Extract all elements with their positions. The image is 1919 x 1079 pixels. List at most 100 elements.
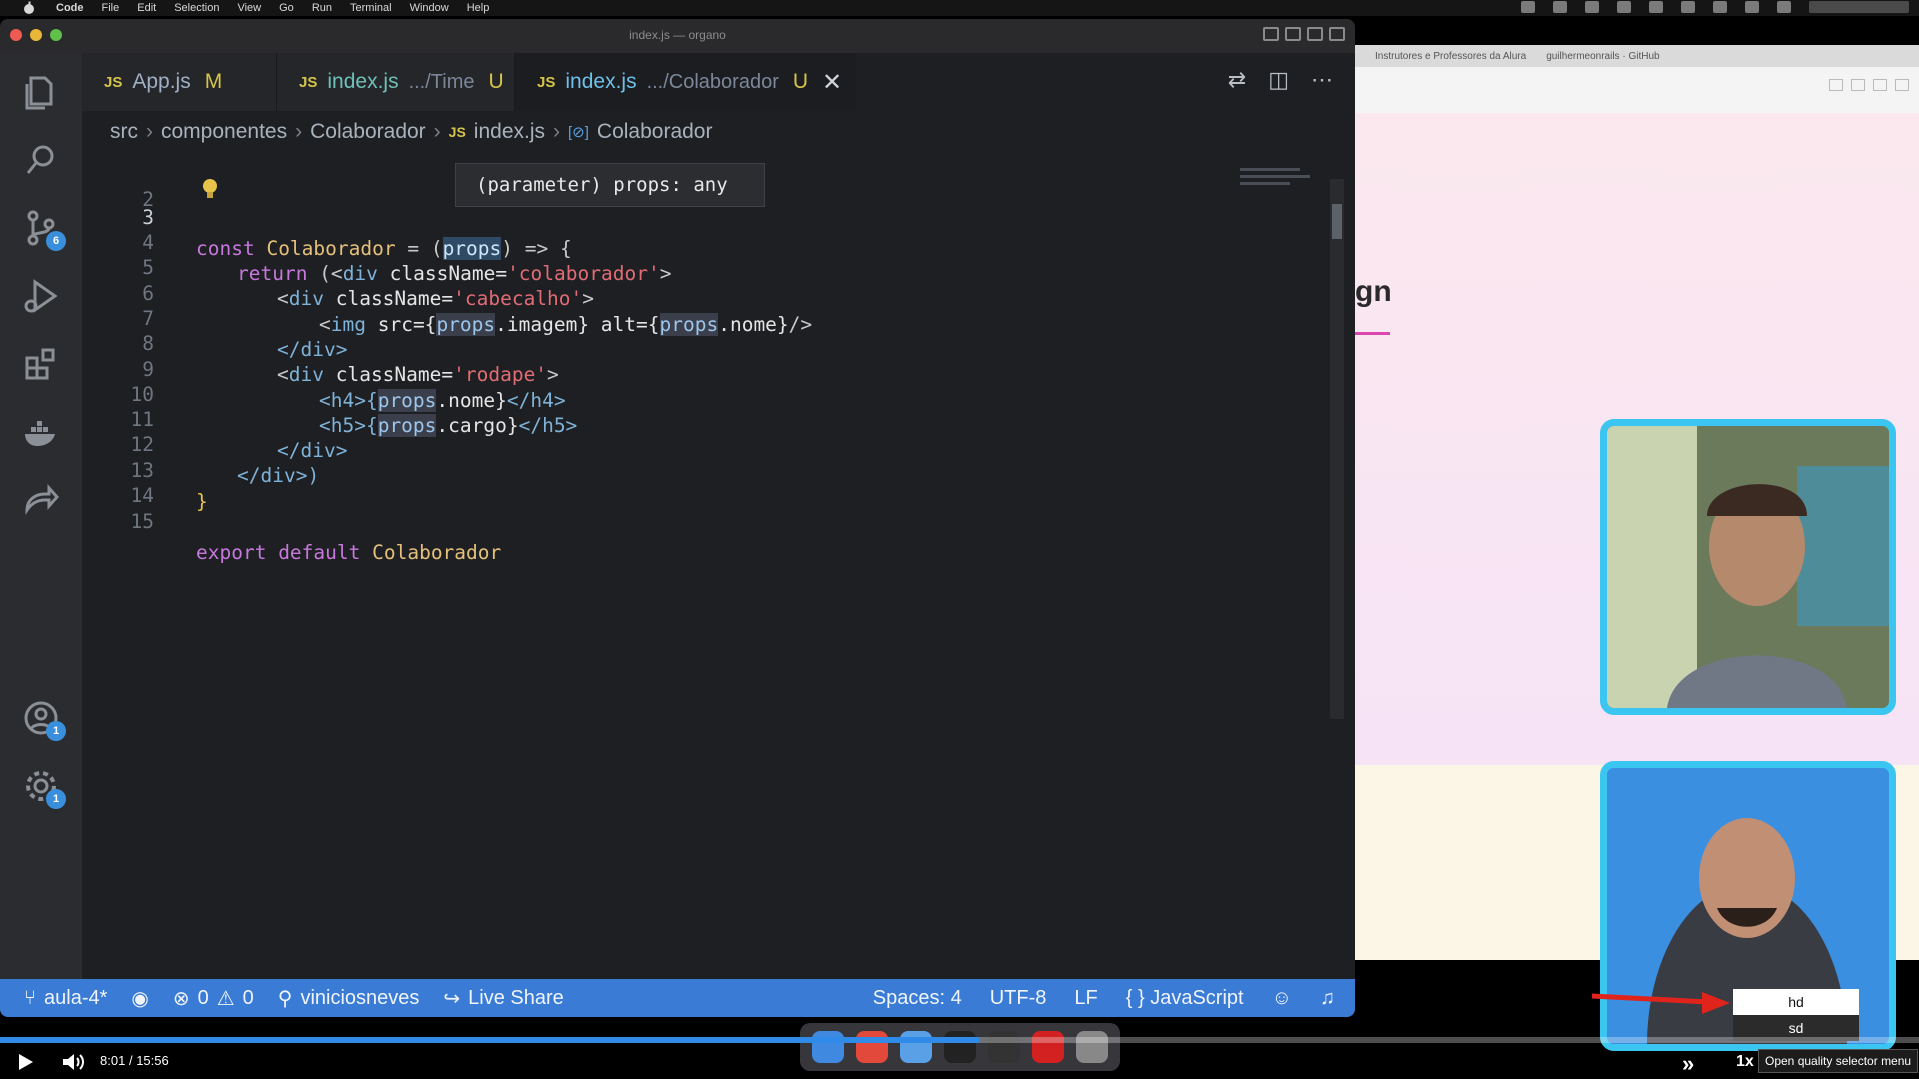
keyword: default — [266, 541, 361, 564]
quality-selector-menu: hd sd — [1733, 989, 1859, 1041]
play-icon[interactable] — [16, 1053, 34, 1071]
playback-speed[interactable]: 1x — [1736, 1053, 1754, 1071]
search-icon[interactable] — [20, 139, 62, 181]
breadcrumb-item[interactable]: Colaborador — [310, 120, 426, 144]
status-icon[interactable] — [1585, 1, 1599, 13]
customize-layout-icon[interactable] — [1329, 27, 1345, 41]
status-icon[interactable] — [1553, 1, 1567, 13]
toolbar-icon[interactable] — [1895, 79, 1909, 91]
video-controls: 8:01 / 15:56 » 1x — [0, 1043, 1919, 1079]
vscode-window: index.js — organo 6 1 1 JS App.js M JS i… — [0, 19, 1355, 1017]
fast-forward-icon[interactable]: » — [1682, 1051, 1694, 1077]
problems-indicator[interactable]: ⊗ 0 ⚠ 0 — [173, 986, 254, 1011]
chevron-right-icon: › — [295, 120, 303, 143]
tab-app-js[interactable]: JS App.js M — [82, 53, 277, 111]
editor-tabs: JS App.js M JS index.js .../Time U JS in… — [82, 53, 1355, 111]
open-changes-icon[interactable]: ⇄ — [1228, 67, 1246, 93]
breadcrumb-symbol[interactable]: Colaborador — [597, 120, 713, 144]
bell-icon[interactable]: ♫ — [1320, 987, 1335, 1010]
menu-window[interactable]: Window — [410, 2, 449, 14]
toggle-panel-icon[interactable] — [1285, 27, 1301, 41]
control-center-icon[interactable] — [1777, 1, 1791, 13]
tab-index-colaborador[interactable]: JS index.js .../Colaborador U ✕ — [515, 53, 855, 111]
warning-count: 0 — [242, 986, 254, 1009]
status-icon[interactable] — [1617, 1, 1631, 13]
browser-tab[interactable]: Instrutores e Professores da Alura — [1375, 51, 1526, 62]
js-file-icon: JS — [537, 73, 556, 91]
menu-edit[interactable]: Edit — [137, 2, 156, 14]
current-time: 8:01 — [100, 1053, 126, 1068]
eol-indicator[interactable]: LF — [1074, 987, 1097, 1010]
toggle-secondary-sidebar-icon[interactable] — [1307, 27, 1323, 41]
menu-help[interactable]: Help — [467, 2, 490, 14]
breadcrumb-item[interactable]: componentes — [161, 120, 287, 144]
scrollbar-thumb[interactable] — [1332, 204, 1342, 239]
run-debug-icon[interactable] — [20, 275, 62, 317]
tab-path: .../Time — [408, 70, 475, 93]
eye-icon: ◉ — [131, 987, 149, 1010]
menu-selection[interactable]: Selection — [174, 2, 219, 14]
accounts-icon[interactable]: 1 — [20, 697, 66, 741]
account-indicator[interactable]: ⚲ viniciosneves — [278, 986, 420, 1011]
volume-icon[interactable] — [62, 1053, 84, 1071]
annotation-arrow-icon — [1591, 992, 1730, 1014]
chevron-right-icon: › — [433, 120, 441, 143]
quality-option-hd[interactable]: hd — [1733, 989, 1859, 1015]
mac-menu-bar: Code File Edit Selection View Go Run Ter… — [0, 0, 1919, 16]
error-count: 0 — [197, 986, 209, 1009]
menu-go[interactable]: Go — [279, 2, 294, 14]
braces-icon: { } — [1125, 986, 1145, 1009]
untracked-flag: U — [488, 70, 504, 93]
breadcrumb-file[interactable]: index.js — [474, 120, 545, 144]
layout-controls — [1263, 27, 1345, 41]
language-label: JavaScript — [1150, 986, 1244, 1009]
lightbulb-icon[interactable] — [201, 177, 219, 201]
encoding-indicator[interactable]: UTF-8 — [990, 987, 1047, 1010]
toggle-sidebar-icon[interactable] — [1263, 27, 1279, 41]
close-tab-icon[interactable]: ✕ — [822, 68, 842, 97]
language-indicator[interactable]: { } JavaScript — [1126, 987, 1244, 1010]
apple-logo-icon[interactable] — [22, 1, 36, 15]
battery-icon[interactable] — [1681, 1, 1695, 13]
editor-scrollbar[interactable] — [1330, 179, 1344, 719]
docker-icon[interactable] — [20, 411, 62, 453]
menu-code[interactable]: Code — [56, 2, 84, 14]
live-share-button[interactable]: ↪ Live Share — [443, 986, 563, 1011]
user-icon: ⚲ — [277, 987, 293, 1010]
extensions-icon[interactable] — [20, 343, 62, 385]
tab-index-time[interactable]: JS index.js .../Time U — [277, 53, 515, 111]
live-share-icon[interactable] — [20, 479, 62, 521]
menu-run[interactable]: Run — [312, 2, 332, 14]
indentation-indicator[interactable]: Spaces: 4 — [873, 987, 962, 1010]
settings-gear-icon[interactable]: 1 — [20, 765, 66, 809]
menu-terminal[interactable]: Terminal — [350, 2, 392, 14]
wifi-icon[interactable] — [1713, 1, 1727, 13]
preview-indicator[interactable]: ◉ — [131, 986, 148, 1011]
live-share-icon: ↪ — [443, 987, 461, 1010]
toolbar-icon[interactable] — [1873, 79, 1887, 91]
untracked-flag: U — [792, 70, 809, 93]
explorer-icon[interactable] — [20, 71, 62, 113]
code-editor[interactable]: 2 3 const Colaborador = (props) => { 4 r… — [82, 153, 1332, 999]
menu-file[interactable]: File — [102, 2, 120, 14]
tab-path: .../Colaborador — [646, 70, 779, 93]
mac-status-icons — [1521, 1, 1909, 13]
search-icon[interactable] — [1745, 1, 1759, 13]
chevron-right-icon: › — [553, 120, 560, 143]
time-separator: / — [128, 1053, 133, 1068]
branch-indicator[interactable]: ⑂ aula-4* — [24, 987, 107, 1010]
feedback-icon[interactable]: ☺ — [1272, 987, 1292, 1010]
bluetooth-icon[interactable] — [1649, 1, 1663, 13]
line-number: 15 — [130, 510, 154, 533]
status-icon[interactable] — [1521, 1, 1535, 13]
git-branch-icon: ⑂ — [24, 986, 36, 1009]
minimap[interactable] — [1240, 164, 1325, 194]
browser-tab[interactable]: guilhermeonrails · GitHub — [1546, 51, 1659, 62]
breadcrumb-item[interactable]: src — [110, 120, 138, 144]
menu-view[interactable]: View — [237, 2, 261, 14]
more-actions-icon[interactable]: ⋯ — [1311, 67, 1333, 93]
split-editor-icon[interactable]: ◫ — [1268, 67, 1289, 93]
toolbar-icon[interactable] — [1851, 79, 1865, 91]
toolbar-icon[interactable] — [1829, 79, 1843, 91]
source-control-icon[interactable]: 6 — [20, 207, 66, 251]
